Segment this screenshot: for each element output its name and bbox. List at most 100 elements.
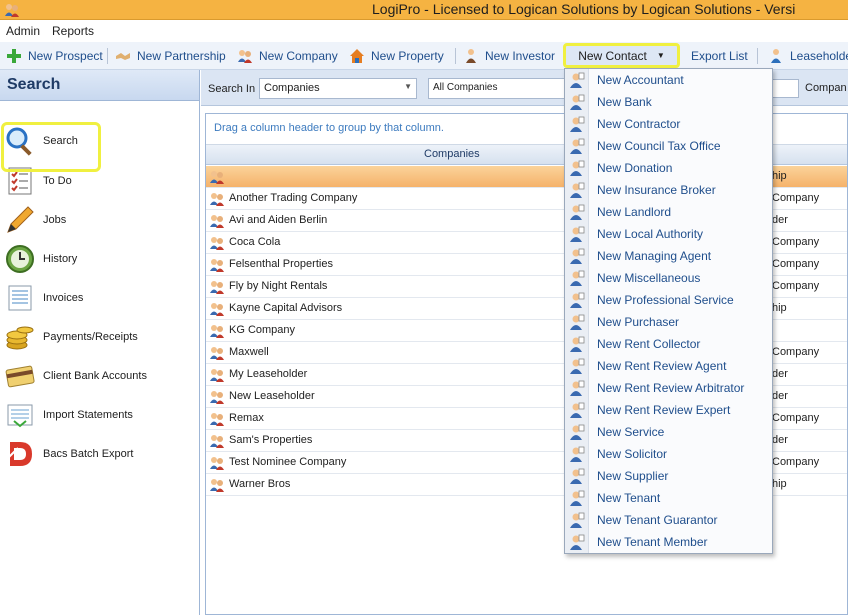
menu-item-label: New Insurance Broker xyxy=(597,183,716,197)
new-property-label: New Property xyxy=(371,49,444,63)
menu-item-new-accountant[interactable]: New Accountant xyxy=(565,69,772,91)
company-name: Felsenthal Properties xyxy=(229,258,333,270)
menu-item-new-service[interactable]: New Service xyxy=(565,421,772,443)
contact-icon xyxy=(569,490,585,506)
new-partnership-button[interactable]: New Partnership xyxy=(115,45,226,67)
contact-icon xyxy=(569,446,585,462)
menu-item-new-solicitor[interactable]: New Solicitor xyxy=(565,443,772,465)
company-icon xyxy=(209,367,225,383)
sidebar-item-jobs[interactable]: Jobs xyxy=(0,202,199,238)
contact-icon xyxy=(569,94,585,110)
new-contact-menu: New Accountant New Bank New Contractor New … xyxy=(564,68,773,554)
leaseholder-button[interactable]: Leaseholde xyxy=(768,45,848,67)
new-contact-label: New Contact xyxy=(578,48,647,63)
search-in-select[interactable]: Companies ▼ xyxy=(259,78,417,99)
company-name: Maxwell xyxy=(229,346,269,358)
menu-item-new-supplier[interactable]: New Supplier xyxy=(565,465,772,487)
sidebar-item-invoices[interactable]: Invoices xyxy=(0,280,199,316)
new-company-button[interactable]: New Company xyxy=(237,45,338,67)
new-investor-button[interactable]: New Investor xyxy=(463,45,555,67)
menu-item-new-purchaser[interactable]: New Purchaser xyxy=(565,311,772,333)
menu-item-label: New Bank xyxy=(597,95,652,109)
person-icon xyxy=(466,49,476,63)
menu-item-new-managing-agent[interactable]: New Managing Agent xyxy=(565,245,772,267)
new-prospect-button[interactable]: New Prospect xyxy=(6,45,103,67)
filter-select[interactable]: All Companies xyxy=(428,78,568,99)
group-hint: Drag a column header to group by that co… xyxy=(214,122,444,134)
chevron-down-icon: ▼ xyxy=(404,82,412,91)
sidebar-item-bacs-batch-export[interactable]: Bacs Batch Export xyxy=(0,436,199,472)
menu-item-label: New Accountant xyxy=(597,73,684,87)
menu-item-new-landlord[interactable]: New Landlord xyxy=(565,201,772,223)
company-icon xyxy=(209,191,225,207)
plus-icon xyxy=(7,49,21,63)
clock-icon xyxy=(6,245,34,273)
new-property-button[interactable]: New Property xyxy=(349,45,444,67)
menu-item-label: New Rent Review Arbitrator xyxy=(597,381,745,395)
company-name: Warner Bros xyxy=(229,478,291,490)
sidebar-item-payments[interactable]: Payments/Receipts xyxy=(0,319,199,355)
contact-icon xyxy=(569,72,585,88)
menu-item-new-donation[interactable]: New Donation xyxy=(565,157,772,179)
menu-reports[interactable]: Reports xyxy=(52,24,94,38)
company-name: New Leaseholder xyxy=(229,390,315,402)
sidebar-item-label: Client Bank Accounts xyxy=(43,370,147,382)
menu-item-label: New Solicitor xyxy=(597,447,668,461)
company-type: der xyxy=(772,368,788,380)
company-type: Company xyxy=(772,346,820,358)
contact-icon xyxy=(569,116,585,132)
menu-item-new-rent-review-expert[interactable]: New Rent Review Expert xyxy=(565,399,772,421)
sidebar-item-label: Bacs Batch Export xyxy=(43,448,134,460)
menu-item-new-tenant-guarantor[interactable]: New Tenant Guarantor xyxy=(565,509,772,531)
contact-icon xyxy=(569,512,585,528)
menu-item-label: New Rent Collector xyxy=(597,337,701,351)
menu-item-new-contractor[interactable]: New Contractor xyxy=(565,113,772,135)
company-type: Company xyxy=(772,456,820,468)
contact-icon xyxy=(569,424,585,440)
sidebar-item-history[interactable]: History xyxy=(0,241,199,277)
menu-item-new-bank[interactable]: New Bank xyxy=(565,91,772,113)
menu-item-new-council-tax-office[interactable]: New Council Tax Office xyxy=(565,135,772,157)
menu-admin[interactable]: Admin xyxy=(6,24,40,38)
menu-item-new-tenant[interactable]: New Tenant xyxy=(565,487,772,509)
company-name: Kayne Capital Advisors xyxy=(229,302,343,314)
menu-item-new-local-authority[interactable]: New Local Authority xyxy=(565,223,772,245)
toolbar-separator xyxy=(455,48,456,64)
app-people-icon xyxy=(5,4,19,17)
export-list-button[interactable]: Export List xyxy=(691,45,748,67)
menu-item-new-miscellaneous[interactable]: New Miscellaneous xyxy=(565,267,772,289)
menu-item-new-professional-service[interactable]: New Professional Service xyxy=(565,289,772,311)
menu-item-label: New Managing Agent xyxy=(597,249,712,263)
new-contact-button[interactable]: New Contact ▼ xyxy=(563,43,680,68)
filter-value: All Companies xyxy=(433,82,498,93)
title-bar: LogiPro - Licensed to Logican Solutions … xyxy=(0,0,848,20)
contact-icon xyxy=(569,204,585,220)
leaseholder-label: Leaseholde xyxy=(790,49,848,63)
company-name: Another Trading Company xyxy=(229,192,358,204)
toolbar-separator xyxy=(107,48,108,64)
sidebar-item-import-statements[interactable]: Import Statements xyxy=(0,397,199,433)
toolbar-separator xyxy=(757,48,758,64)
menu-item-label: New Rent Review Agent xyxy=(597,359,727,373)
menu-item-label: New Service xyxy=(597,425,665,439)
search-highlight xyxy=(1,122,101,172)
sidebar: Search Search To Do Jobs History Invoice… xyxy=(0,70,200,615)
company-type: Company xyxy=(772,258,820,270)
company-icon xyxy=(209,279,225,295)
menu-item-new-insurance-broker[interactable]: New Insurance Broker xyxy=(565,179,772,201)
company-name: Avi and Aiden Berlin xyxy=(229,214,328,226)
invoice-icon xyxy=(8,285,32,311)
menu-item-new-rent-collector[interactable]: New Rent Collector xyxy=(565,333,772,355)
contact-icon xyxy=(569,336,585,352)
contact-icon xyxy=(569,270,585,286)
menu-item-label: New Contractor xyxy=(597,117,681,131)
sidebar-item-client-bank-accounts[interactable]: Client Bank Accounts xyxy=(0,358,199,394)
contact-icon xyxy=(569,160,585,176)
contact-icon xyxy=(569,182,585,198)
sidebar-item-label: Import Statements xyxy=(43,409,133,421)
menu-item-new-rent-review-agent[interactable]: New Rent Review Agent xyxy=(565,355,772,377)
menu-item-new-rent-review-arbitrator[interactable]: New Rent Review Arbitrator xyxy=(565,377,772,399)
menu-item-new-tenant-member[interactable]: New Tenant Member xyxy=(565,531,772,553)
house-icon xyxy=(350,49,364,63)
menu-item-label: New Landlord xyxy=(597,205,672,219)
